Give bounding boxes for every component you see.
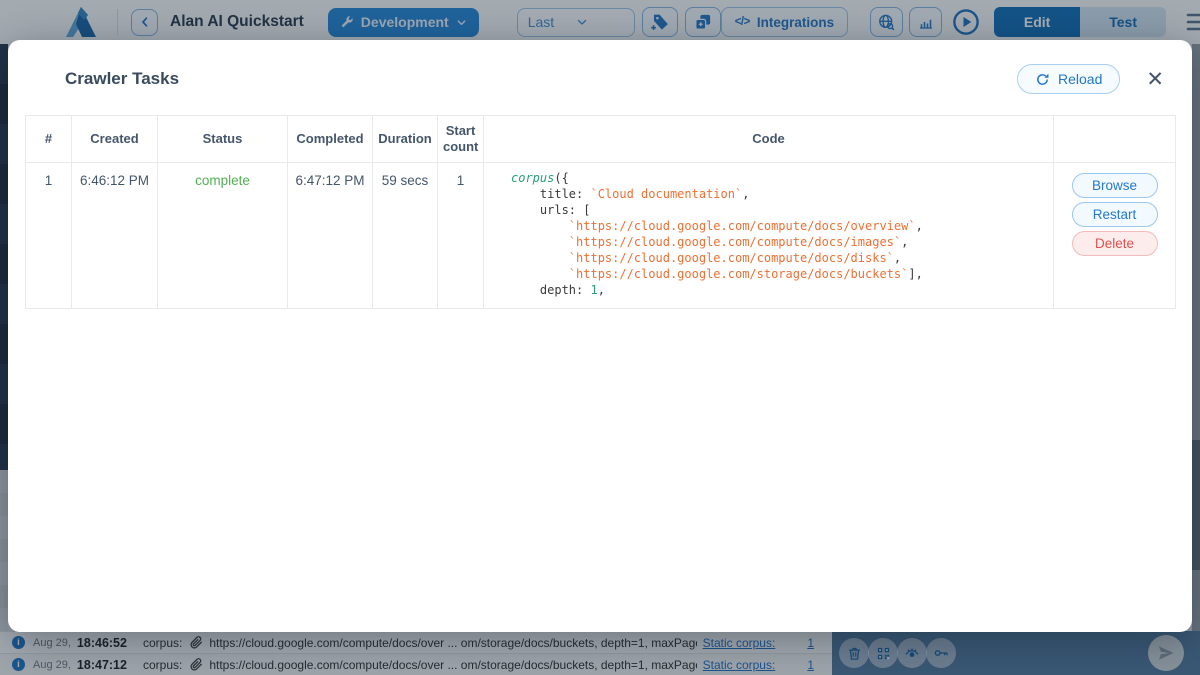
cell-completed: 6:47:12 PM: [288, 163, 373, 309]
col-header-code: Code: [484, 116, 1054, 163]
cell-index: 1: [26, 163, 72, 309]
col-header-index: #: [26, 116, 72, 163]
reload-label: Reload: [1058, 71, 1102, 87]
browse-button[interactable]: Browse: [1072, 173, 1158, 198]
crawler-tasks-modal: Crawler Tasks Reload ✕ # Created: [8, 40, 1192, 632]
col-header-actions: [1054, 116, 1176, 163]
modal-header: Crawler Tasks Reload ✕: [8, 40, 1192, 94]
delete-button[interactable]: Delete: [1072, 231, 1158, 256]
app-window: Alan AI Quickstart Development Last: [0, 0, 1200, 675]
col-header-start-count: Start count: [438, 116, 484, 163]
modal-title: Crawler Tasks: [65, 69, 179, 89]
task-row: 1 6:46:12 PM complete 6:47:12 PM 59 secs…: [26, 163, 1176, 309]
close-button[interactable]: ✕: [1142, 67, 1168, 92]
status-badge: complete: [158, 163, 288, 309]
refresh-icon: [1035, 72, 1050, 87]
cell-actions: Browse Restart Delete: [1054, 163, 1176, 309]
col-header-duration: Duration: [373, 116, 438, 163]
reload-button[interactable]: Reload: [1017, 64, 1120, 94]
col-header-completed: Completed: [288, 116, 373, 163]
col-header-status: Status: [158, 116, 288, 163]
col-header-created: Created: [72, 116, 158, 163]
task-code: corpus({ title: `Cloud documentation`, u…: [511, 170, 1043, 298]
restart-button[interactable]: Restart: [1072, 202, 1158, 227]
cell-duration: 59 secs: [373, 163, 438, 309]
cell-start-count: 1: [438, 163, 484, 309]
cell-code: corpus({ title: `Cloud documentation`, u…: [484, 163, 1054, 309]
close-icon: ✕: [1146, 67, 1164, 91]
table-header-row: # Created Status Completed Duration Star…: [26, 116, 1176, 163]
crawler-tasks-table: # Created Status Completed Duration Star…: [25, 115, 1176, 309]
cell-created: 6:46:12 PM: [72, 163, 158, 309]
